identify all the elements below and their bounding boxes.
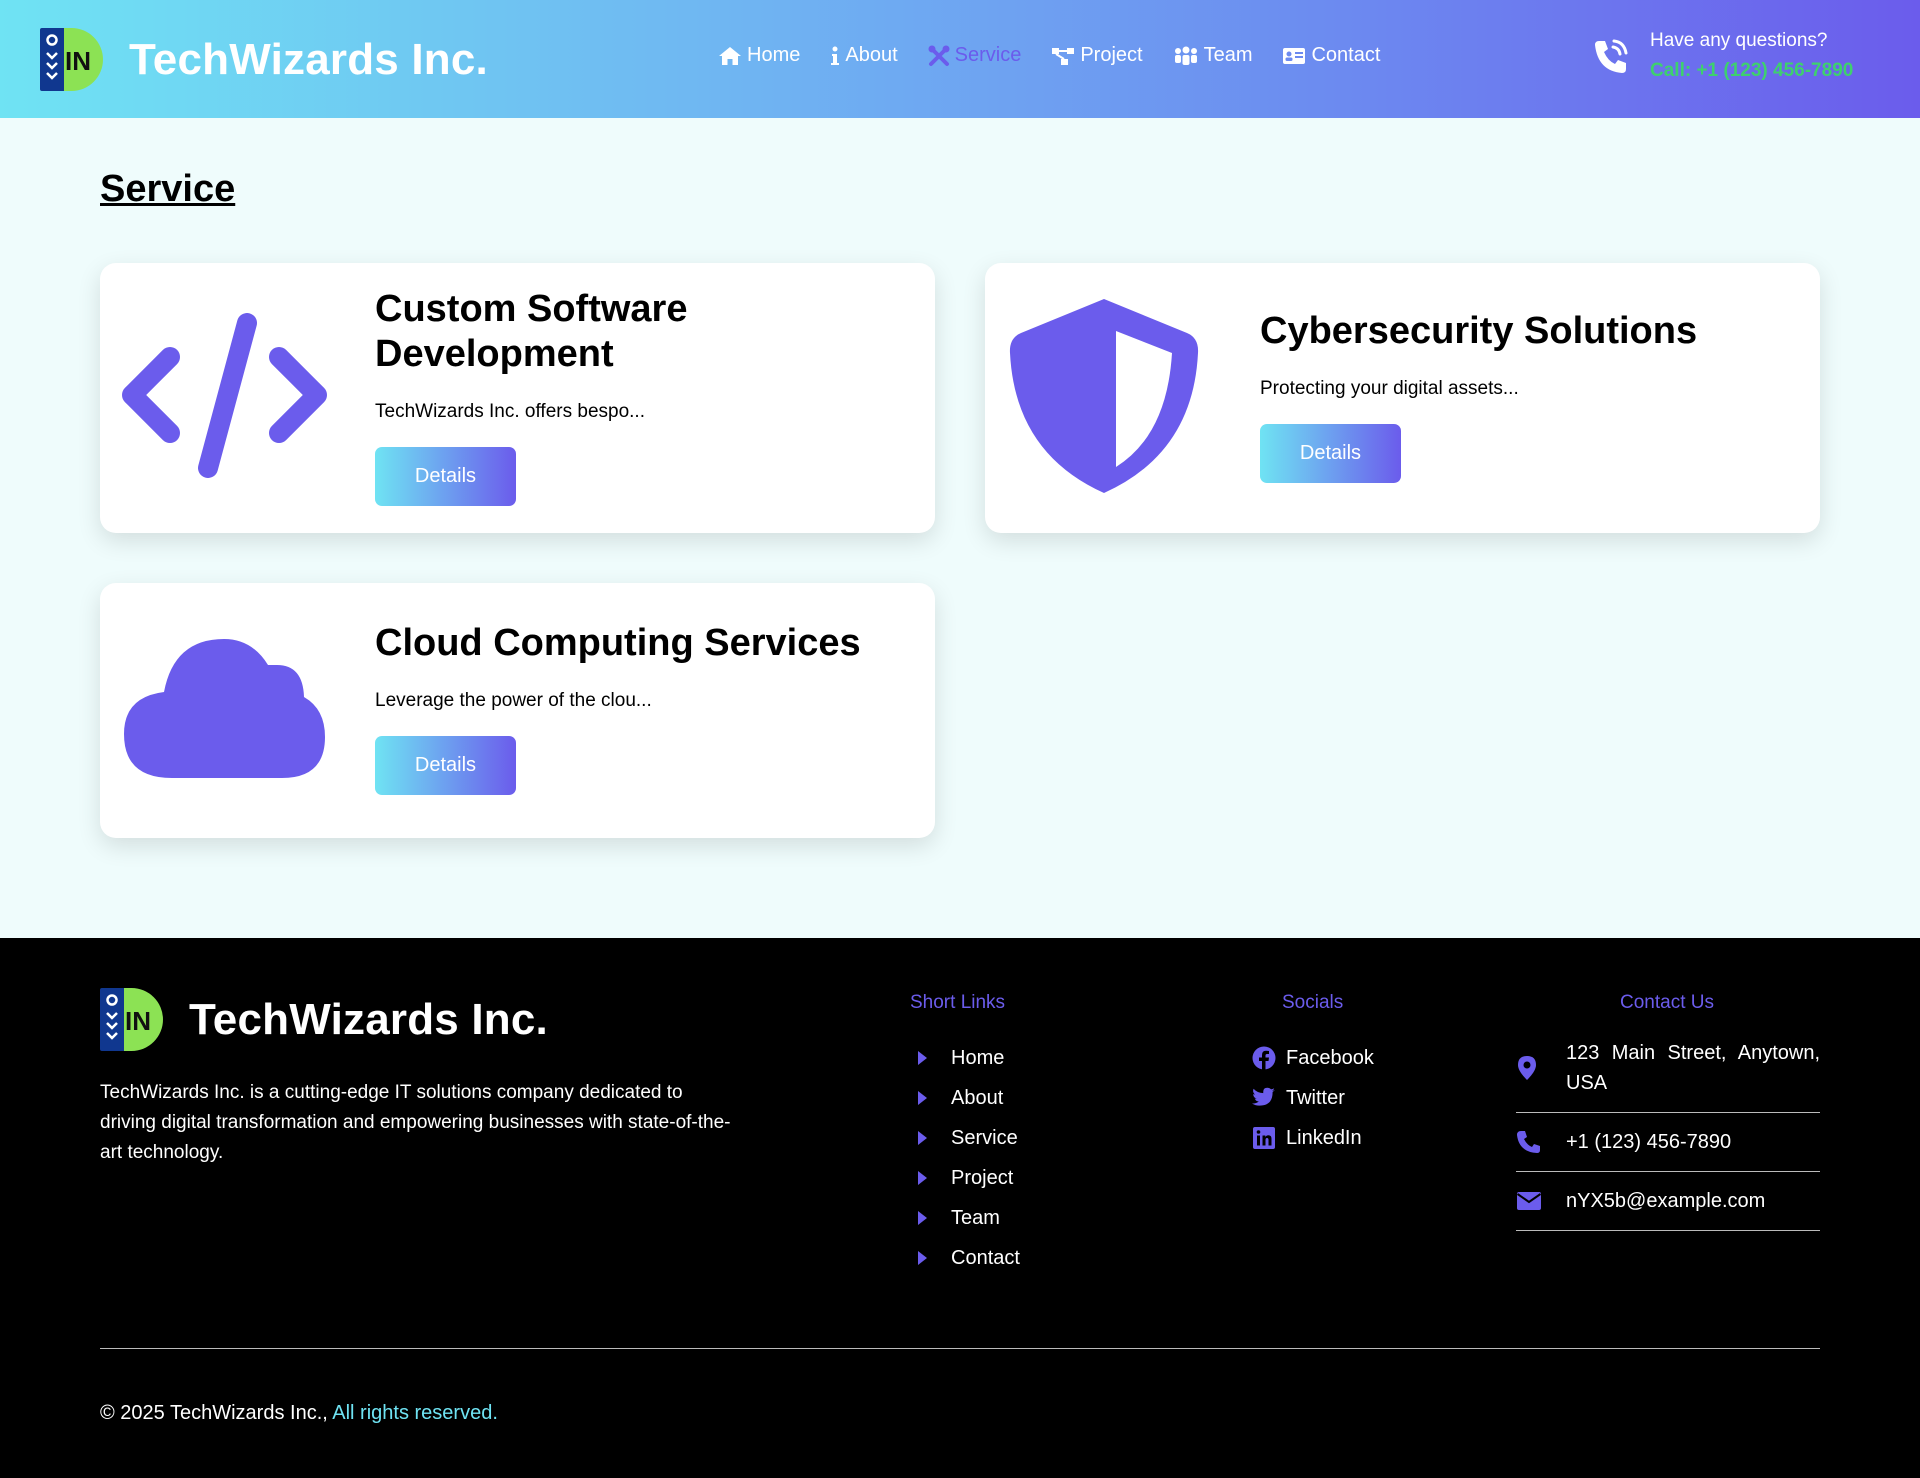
facebook-icon [1252, 1046, 1276, 1070]
footer-link-home[interactable]: Home [910, 1038, 1020, 1078]
nav-service-label: Service [954, 44, 1022, 66]
logo: IN [40, 28, 103, 91]
envelope-icon [1516, 1192, 1542, 1210]
nav-home[interactable]: Home [718, 44, 800, 67]
footer-brand-name: TechWizards Inc. [189, 994, 548, 1044]
service-card: Cloud Computing Services Leverage the po… [100, 583, 935, 838]
card-description: Leverage the power of the clou... [375, 690, 652, 711]
footer-divider [100, 1348, 1820, 1349]
contact-email[interactable]: nYX5b@example.com [1516, 1172, 1820, 1231]
team-icon [1174, 46, 1197, 65]
socials-title: Socials [1282, 992, 1344, 1013]
cloud-icon [124, 639, 325, 778]
details-button[interactable]: Details [375, 736, 516, 795]
tools-icon [928, 45, 950, 66]
short-links-list: Home About Service Project Team Contact [910, 1038, 1020, 1278]
code-icon [122, 313, 327, 478]
nav-team-label: Team [1203, 44, 1253, 66]
nav-about[interactable]: About [830, 44, 898, 67]
rights-link[interactable]: All rights reserved. [332, 1402, 498, 1424]
phone-icon [1517, 1131, 1540, 1153]
main-nav: Home About Service Project Team Contact [718, 44, 1410, 67]
header-call-link[interactable]: Call: +1 (123) 456-7890 [1650, 60, 1853, 82]
card-title: Cybersecurity Solutions [1260, 310, 1698, 352]
nav-team[interactable]: Team [1173, 44, 1253, 67]
map-pin-icon [1518, 1056, 1536, 1080]
contact-card-icon [1283, 47, 1306, 64]
contact-address: 123 Main Street, Anytown, USA [1516, 1038, 1820, 1113]
details-button[interactable]: Details [375, 447, 516, 506]
social-twitter[interactable]: Twitter [1252, 1078, 1374, 1118]
site-footer: IN TechWizards Inc. TechWizards Inc. is … [0, 938, 1920, 1478]
caret-right-icon [918, 1171, 927, 1185]
nav-home-label: Home [747, 44, 801, 66]
caret-right-icon [918, 1131, 927, 1145]
footer-link-team[interactable]: Team [910, 1198, 1020, 1238]
project-icon [1052, 47, 1075, 65]
caret-right-icon [918, 1211, 927, 1225]
phone-ring-icon [1595, 39, 1628, 73]
card-title: Cloud Computing Services [375, 622, 861, 664]
brand-name: TechWizards Inc. [129, 34, 488, 84]
service-card: Custom Software Development TechWizards … [100, 263, 935, 533]
contact-us-title: Contact Us [1620, 992, 1714, 1013]
footer-link-contact[interactable]: Contact [910, 1238, 1020, 1278]
copyright: © 2025 TechWizards Inc., All rights rese… [100, 1402, 498, 1424]
home-icon [719, 46, 741, 65]
short-links-title: Short Links [910, 992, 1006, 1013]
header-contact: Have any questions? Call: +1 (123) 456-7… [1590, 30, 1853, 82]
footer-link-about[interactable]: About [910, 1078, 1020, 1118]
nav-contact-label: Contact [1311, 44, 1381, 66]
brand[interactable]: IN TechWizards Inc. [40, 28, 488, 91]
footer-link-project[interactable]: Project [910, 1158, 1020, 1198]
footer-link-service[interactable]: Service [910, 1118, 1020, 1158]
nav-contact[interactable]: Contact [1282, 44, 1380, 67]
caret-right-icon [918, 1251, 927, 1265]
twitter-icon [1252, 1087, 1275, 1106]
info-icon [831, 46, 840, 65]
socials-list: Facebook Twitter LinkedIn [1252, 1038, 1374, 1158]
contact-phone[interactable]: +1 (123) 456-7890 [1516, 1113, 1820, 1172]
details-button[interactable]: Details [1260, 424, 1401, 483]
nav-about-label: About [845, 44, 898, 66]
footer-logo: IN [100, 988, 163, 1051]
social-linkedin[interactable]: LinkedIn [1252, 1118, 1374, 1158]
card-title: Custom Software Development [375, 288, 688, 375]
caret-right-icon [918, 1051, 927, 1065]
nav-project-label: Project [1080, 44, 1143, 66]
nav-service[interactable]: Service [928, 44, 1022, 67]
contact-list: 123 Main Street, Anytown, USA +1 (123) 4… [1516, 1038, 1820, 1231]
header-question: Have any questions? [1650, 30, 1828, 51]
site-header: IN TechWizards Inc. Home About Service P… [0, 0, 1920, 118]
shield-icon [1009, 299, 1199, 493]
footer-description: TechWizards Inc. is a cutting-edge IT so… [100, 1082, 731, 1163]
card-description: Protecting your digital assets... [1260, 378, 1519, 399]
service-card: Cybersecurity Solutions Protecting your … [985, 263, 1820, 533]
caret-right-icon [918, 1091, 927, 1105]
logo-text: IN [65, 46, 91, 76]
social-facebook[interactable]: Facebook [1252, 1038, 1374, 1078]
footer-logo-text: IN [125, 1006, 151, 1036]
footer-brand[interactable]: IN TechWizards Inc. [100, 988, 548, 1051]
linkedin-icon [1253, 1127, 1275, 1149]
card-description: TechWizards Inc. offers bespo... [375, 401, 645, 422]
page-title: Service [100, 168, 236, 210]
nav-project[interactable]: Project [1051, 44, 1143, 67]
